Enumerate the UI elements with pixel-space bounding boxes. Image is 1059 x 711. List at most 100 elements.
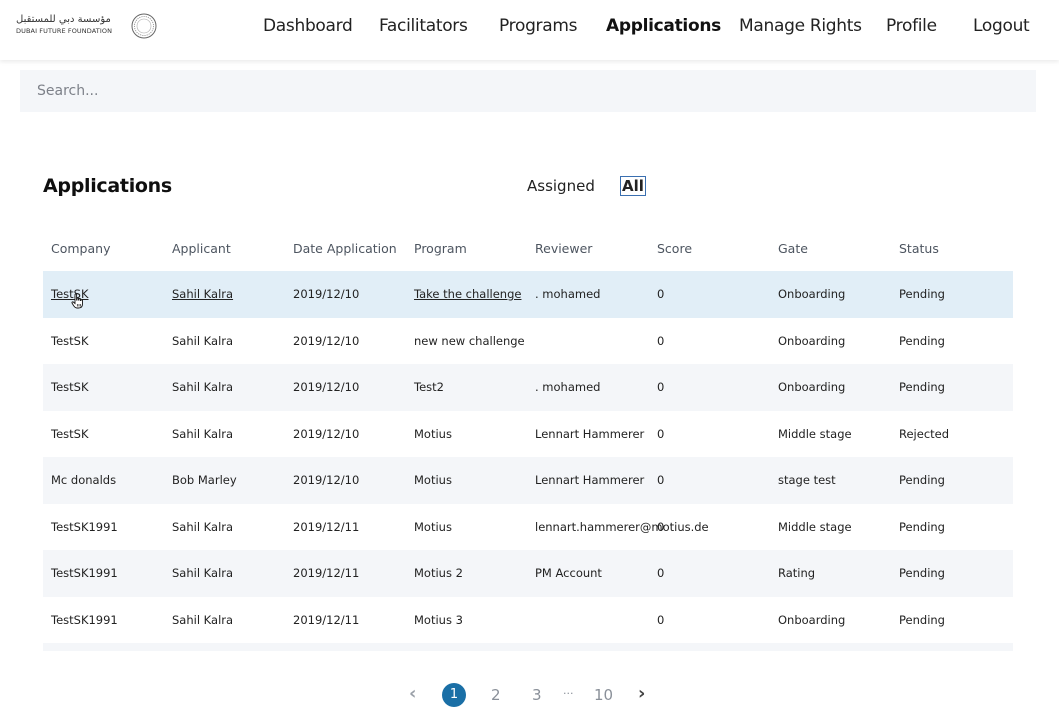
table-row[interactable]: TestSK1991 Sahil Kalra 2019/12/11 Motius… <box>43 597 1013 644</box>
column-header-status[interactable]: Status <box>899 241 939 256</box>
pagination-ellipsis: ··· <box>563 687 574 700</box>
page-1-button[interactable]: 1 <box>442 683 466 707</box>
cell-gate: stage test <box>778 473 836 487</box>
cell-date: 2019/12/10 <box>293 426 360 441</box>
table-row[interactable]: TestSK Sahil Kalra 2019/12/10 Motius Len… <box>43 411 1013 458</box>
cell-score: 0 <box>657 612 665 627</box>
cell-program: Motius <box>414 473 452 487</box>
cell-program: Motius <box>414 519 452 534</box>
cell-gate: Onboarding <box>778 333 846 348</box>
nav-applications[interactable]: Applications <box>606 16 721 36</box>
cell-gate: Middle stage <box>778 426 852 441</box>
cell-gate: Middle stage <box>778 519 852 534</box>
cell-gate: Onboarding <box>778 380 846 394</box>
cell-score: 0 <box>657 287 665 301</box>
cell-company: TestSK <box>51 380 89 394</box>
table-row[interactable]: TestSK Sahil Kalra 2019/12/10 Test2 . mo… <box>43 364 1013 411</box>
cell-company: TestSK <box>51 426 89 441</box>
cell-status: Pending <box>899 519 945 534</box>
pagination: ‹ 1 2 3 ··· 10 › <box>0 683 1059 709</box>
cell-score: 0 <box>657 566 665 580</box>
cell-date: 2019/12/11 <box>293 519 360 534</box>
cell-status: Rejected <box>899 426 950 441</box>
cell-applicant: Sahil Kalra <box>172 566 234 580</box>
table-row[interactable]: TestSK Sahil Kalra 2019/12/10 Take the c… <box>43 271 1013 318</box>
column-header-applicant[interactable]: Applicant <box>172 241 231 256</box>
table-header: Company Applicant Date Application Progr… <box>43 229 1013 271</box>
cell-gate: Rating <box>778 566 816 580</box>
cell-applicant: Sahil Kalra <box>172 333 234 348</box>
filter-assigned-tab[interactable]: Assigned <box>527 177 595 195</box>
nav-logout[interactable]: Logout <box>973 16 1030 36</box>
cell-status: Pending <box>899 333 945 348</box>
search-bar <box>20 70 1036 112</box>
applications-table: Company Applicant Date Application Progr… <box>43 229 1013 651</box>
cell-reviewer: lennart.hammerer@motius.de <box>535 519 709 534</box>
page-title: Applications <box>43 175 172 197</box>
cell-applicant: Sahil Kalra <box>172 380 234 394</box>
nav-profile[interactable]: Profile <box>886 16 937 36</box>
chevron-left-icon[interactable]: ‹ <box>409 683 416 704</box>
chevron-right-icon[interactable]: › <box>638 683 645 704</box>
table-row[interactable]: TestSK1991 Sahil Kalra 2019/12/11 Motius… <box>43 504 1013 551</box>
cell-score: 0 <box>657 426 665 441</box>
page-3-button[interactable]: 3 <box>532 686 542 704</box>
cell-date: 2019/12/11 <box>293 566 360 580</box>
filter-all-tab[interactable]: All <box>620 176 646 196</box>
cell-program: Motius 3 <box>414 612 463 627</box>
column-header-program[interactable]: Program <box>414 241 467 256</box>
column-header-date-application[interactable]: Date Application <box>293 241 397 256</box>
nav-programs[interactable]: Programs <box>499 16 577 36</box>
cell-applicant: Sahil Kalra <box>172 612 234 627</box>
cell-date: 2019/12/10 <box>293 287 360 301</box>
table-row[interactable]: Mc donalds Bob Marley 2019/12/10 Motius … <box>43 457 1013 504</box>
nav-dashboard[interactable]: Dashboard <box>263 16 353 36</box>
cell-company: TestSK1991 <box>51 566 118 580</box>
logo-emblem-icon <box>131 13 157 39</box>
cell-company: TestSK1991 <box>51 612 118 627</box>
cell-reviewer: . mohamed <box>535 287 601 301</box>
cell-status: Pending <box>899 473 945 487</box>
cell-reviewer: PM Account <box>535 566 602 580</box>
page-2-button[interactable]: 2 <box>491 686 501 704</box>
cell-program: Motius <box>414 426 452 441</box>
top-navigation-bar: مؤسسة دبي للمستقبل DUBAI FUTURE FOUNDATI… <box>0 0 1059 60</box>
nav-facilitators[interactable]: Facilitators <box>379 16 468 36</box>
logo-arabic-text: مؤسسة دبي للمستقبل <box>16 14 111 25</box>
cell-gate: Onboarding <box>778 612 846 627</box>
cell-reviewer: Lennart Hammerer <box>535 426 645 441</box>
search-input[interactable] <box>35 82 1019 100</box>
cell-program: Motius 2 <box>414 566 463 580</box>
hand-cursor-icon <box>71 293 83 309</box>
cell-date: 2019/12/10 <box>293 473 360 487</box>
cell-date: 2019/12/10 <box>293 380 360 394</box>
cell-status: Pending <box>899 612 945 627</box>
cell-status: Pending <box>899 287 945 301</box>
nav-manage-rights[interactable]: Manage Rights <box>739 16 862 36</box>
column-header-reviewer[interactable]: Reviewer <box>535 241 592 256</box>
cell-score: 0 <box>657 519 665 534</box>
dubai-future-foundation-logo[interactable]: مؤسسة دبي للمستقبل DUBAI FUTURE FOUNDATI… <box>16 13 161 43</box>
cell-gate: Onboarding <box>778 287 846 301</box>
cell-reviewer: Lennart Hammerer <box>535 473 645 487</box>
cell-score: 0 <box>657 380 665 394</box>
cell-date: 2019/12/11 <box>293 612 360 627</box>
cell-reviewer: . mohamed <box>535 380 601 394</box>
cell-applicant-link[interactable]: Sahil Kalra <box>172 287 233 301</box>
cell-program: Test2 <box>414 380 444 394</box>
cell-status: Pending <box>899 380 945 394</box>
column-header-gate[interactable]: Gate <box>778 241 808 256</box>
cell-program: new new challenge <box>414 333 525 348</box>
cell-program-link[interactable]: Take the challenge <box>414 287 521 301</box>
cell-company: TestSK1991 <box>51 519 118 534</box>
table-row[interactable]: TestSK Sahil Kalra 2019/12/10 new new ch… <box>43 318 1013 365</box>
cell-score: 0 <box>657 333 665 348</box>
cell-applicant: Sahil Kalra <box>172 519 234 534</box>
cell-applicant: Sahil Kalra <box>172 426 234 441</box>
column-header-company[interactable]: Company <box>51 241 110 256</box>
page-10-button[interactable]: 10 <box>594 686 613 704</box>
table-row[interactable]: TestSK1991 Sahil Kalra 2019/12/11 Motius… <box>43 550 1013 597</box>
column-header-score[interactable]: Score <box>657 241 692 256</box>
cell-company: Mc donalds <box>51 473 117 487</box>
cell-date: 2019/12/10 <box>293 333 360 348</box>
